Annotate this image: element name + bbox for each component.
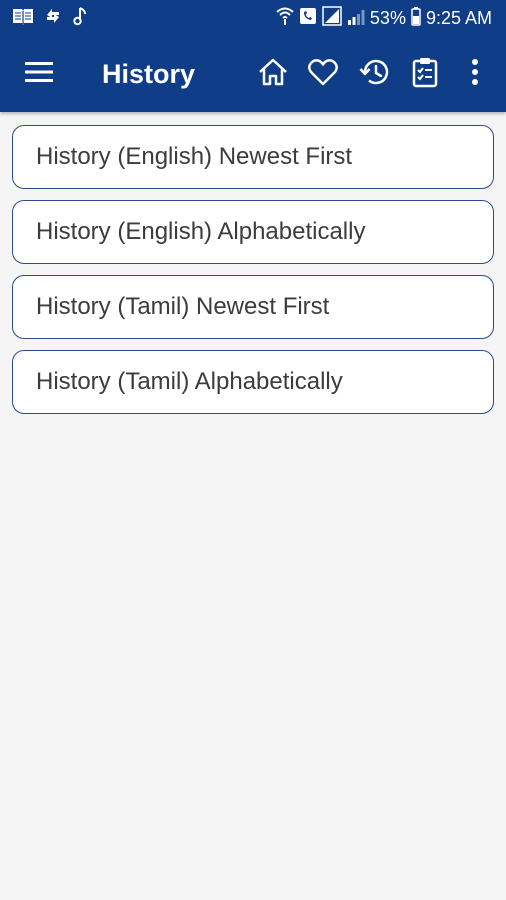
history-button[interactable] bbox=[357, 56, 393, 92]
music-note-icon bbox=[72, 6, 88, 31]
option-label: History (Tamil) Alphabetically bbox=[36, 368, 343, 395]
page-title: History bbox=[102, 59, 196, 89]
home-icon bbox=[257, 57, 289, 92]
history-tamil-alphabetically-button[interactable]: History (Tamil) Alphabetically bbox=[12, 350, 494, 414]
phone-icon bbox=[299, 6, 317, 31]
battery-percent: 53% bbox=[369, 8, 406, 28]
clipboard-icon bbox=[411, 56, 439, 93]
history-tamil-newest-first-button[interactable]: History (Tamil) Newest First bbox=[12, 275, 494, 339]
history-icon bbox=[359, 57, 391, 92]
more-options-button[interactable] bbox=[457, 56, 493, 92]
option-label: History (English) Alphabetically bbox=[36, 218, 366, 245]
app-bar: History bbox=[0, 36, 506, 112]
book-icon bbox=[12, 6, 34, 31]
home-button[interactable] bbox=[255, 56, 291, 92]
option-label: History (English) Newest First bbox=[36, 143, 353, 170]
wifi-call-icon bbox=[276, 6, 294, 31]
signal-weak-icon bbox=[347, 6, 365, 31]
history-options-list: History (English) Newest First History (… bbox=[12, 125, 494, 425]
history-english-alphabetically-button[interactable]: History (English) Alphabetically bbox=[12, 200, 494, 264]
notification-icons bbox=[12, 6, 88, 31]
sync-arrows-icon bbox=[44, 6, 62, 31]
more-vert-icon bbox=[470, 57, 480, 92]
system-icons: 53% 9:25 AM bbox=[276, 4, 492, 32]
menu-button[interactable] bbox=[22, 58, 56, 90]
option-label: History (Tamil) Newest First bbox=[36, 293, 330, 320]
clipboard-button[interactable] bbox=[407, 56, 443, 92]
heart-icon bbox=[307, 57, 339, 92]
hamburger-menu-icon bbox=[24, 60, 54, 89]
clock: 9:25 AM bbox=[425, 8, 492, 28]
status-bar: 53% 9:25 AM bbox=[0, 0, 506, 36]
battery-icon bbox=[411, 6, 421, 31]
history-english-newest-first-button[interactable]: History (English) Newest First bbox=[12, 125, 494, 189]
signal-icon bbox=[322, 5, 342, 31]
favorites-button[interactable] bbox=[305, 56, 341, 92]
